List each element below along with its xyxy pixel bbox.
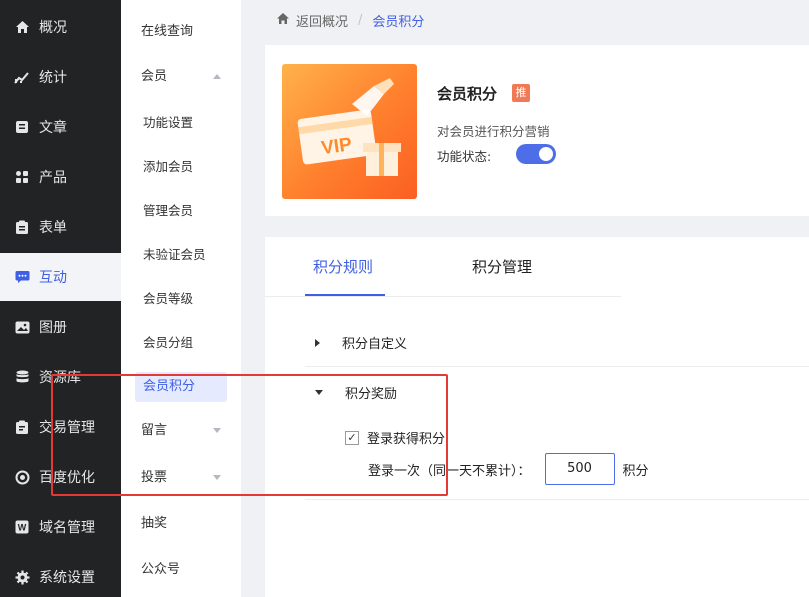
order-icon	[14, 419, 30, 435]
login-reward-suffix: 积分	[622, 463, 649, 479]
seo-icon	[14, 469, 30, 485]
nav-item-products[interactable]: 产品	[0, 153, 121, 201]
submenu-add-member[interactable]: 添加会员	[121, 152, 241, 182]
nav-label: 互动	[39, 270, 67, 286]
feature-status-label: 功能状态:	[437, 149, 492, 164]
nav-label: 产品	[39, 170, 67, 186]
sub-menu: 在线查询 会员 功能设置 添加会员 管理会员 未验证会员 会员等级 会员分组 会…	[121, 0, 241, 597]
submenu-public-account[interactable]: 公众号	[121, 555, 241, 585]
section-divider	[305, 499, 809, 500]
chart-icon	[14, 69, 30, 85]
feature-title: 会员积分	[437, 85, 498, 103]
submenu-feature-settings[interactable]: 功能设置	[121, 108, 241, 138]
submenu-member-label: 会员	[141, 69, 168, 84]
main-content: 返回概况 / 会员积分 VIP 会员积分 推 对会员进行积分营销 功能状态: 积…	[241, 0, 809, 597]
nav-item-stats[interactable]: 统计	[0, 53, 121, 101]
gear-icon	[14, 569, 30, 585]
clipboard-icon	[14, 219, 30, 235]
login-points-input[interactable]: 500	[544, 453, 615, 485]
main-nav: 概况 统计 文章 产品 表单 互动 图册 资源库 交易管理 百度优化 W 域名管…	[0, 0, 121, 597]
submenu-member-group[interactable]: 会员	[121, 62, 241, 92]
article-icon	[14, 119, 30, 135]
nav-label: 统计	[39, 70, 67, 86]
section-custom-label: 积分自定义	[342, 337, 408, 352]
breadcrumb-current: 会员积分	[372, 14, 425, 30]
nav-item-overview[interactable]: 概况	[0, 3, 121, 51]
tab-underline-track	[265, 296, 621, 297]
nav-label: 文章	[39, 120, 67, 136]
feature-description: 对会员进行积分营销	[437, 124, 550, 139]
tab-points-rules[interactable]: 积分规则	[313, 257, 373, 297]
chevron-up-icon	[213, 74, 221, 79]
vip-illustration: VIP	[282, 64, 417, 199]
nav-label: 域名管理	[39, 520, 95, 536]
domain-icon: W	[14, 519, 30, 535]
submenu-manage-members[interactable]: 管理会员	[121, 196, 241, 226]
nav-label: 系统设置	[39, 570, 95, 586]
breadcrumb-separator: /	[358, 12, 363, 28]
submenu-lottery[interactable]: 抽奖	[121, 509, 241, 539]
section-divider	[305, 366, 809, 367]
nav-label: 表单	[39, 220, 67, 236]
nav-item-forms[interactable]: 表单	[0, 203, 121, 251]
grid-icon	[14, 169, 30, 185]
nav-item-interaction[interactable]: 互动	[0, 253, 121, 301]
svg-text:W: W	[18, 523, 27, 533]
submenu-unverified-members[interactable]: 未验证会员	[121, 240, 241, 270]
section-custom-points[interactable]: 积分自定义	[315, 333, 407, 352]
breadcrumb: 返回概况 / 会员积分	[276, 10, 424, 30]
submenu-member-levels[interactable]: 会员等级	[121, 284, 241, 314]
recommend-badge: 推	[512, 84, 530, 102]
submenu-member-groups[interactable]: 会员分组	[121, 328, 241, 358]
highlight-box	[51, 374, 448, 496]
breadcrumb-back-link[interactable]: 返回概况	[296, 11, 348, 30]
tab-points-management[interactable]: 积分管理	[472, 257, 532, 297]
home-icon	[14, 19, 30, 35]
feature-card: VIP 会员积分 推 对会员进行积分营销 功能状态:	[265, 45, 809, 216]
image-icon	[14, 319, 30, 335]
nav-item-settings[interactable]: 系统设置	[0, 553, 121, 597]
nav-label: 图册	[39, 320, 67, 336]
nav-item-domain[interactable]: W 域名管理	[0, 503, 121, 551]
feature-status-toggle[interactable]	[516, 144, 556, 164]
caret-right-icon	[315, 338, 320, 347]
nav-label: 概况	[39, 20, 67, 36]
nav-item-gallery[interactable]: 图册	[0, 303, 121, 351]
chat-icon	[14, 269, 30, 285]
nav-item-articles[interactable]: 文章	[0, 103, 121, 151]
home-icon[interactable]	[276, 12, 290, 29]
database-icon	[14, 369, 30, 385]
vip-text: VIP	[320, 134, 354, 159]
active-tab-indicator	[305, 294, 385, 296]
submenu-online-query[interactable]: 在线查询	[121, 17, 241, 47]
app-root: 概况 统计 文章 产品 表单 互动 图册 资源库 交易管理 百度优化 W 域名管…	[0, 0, 809, 597]
toggle-knob	[539, 147, 553, 161]
